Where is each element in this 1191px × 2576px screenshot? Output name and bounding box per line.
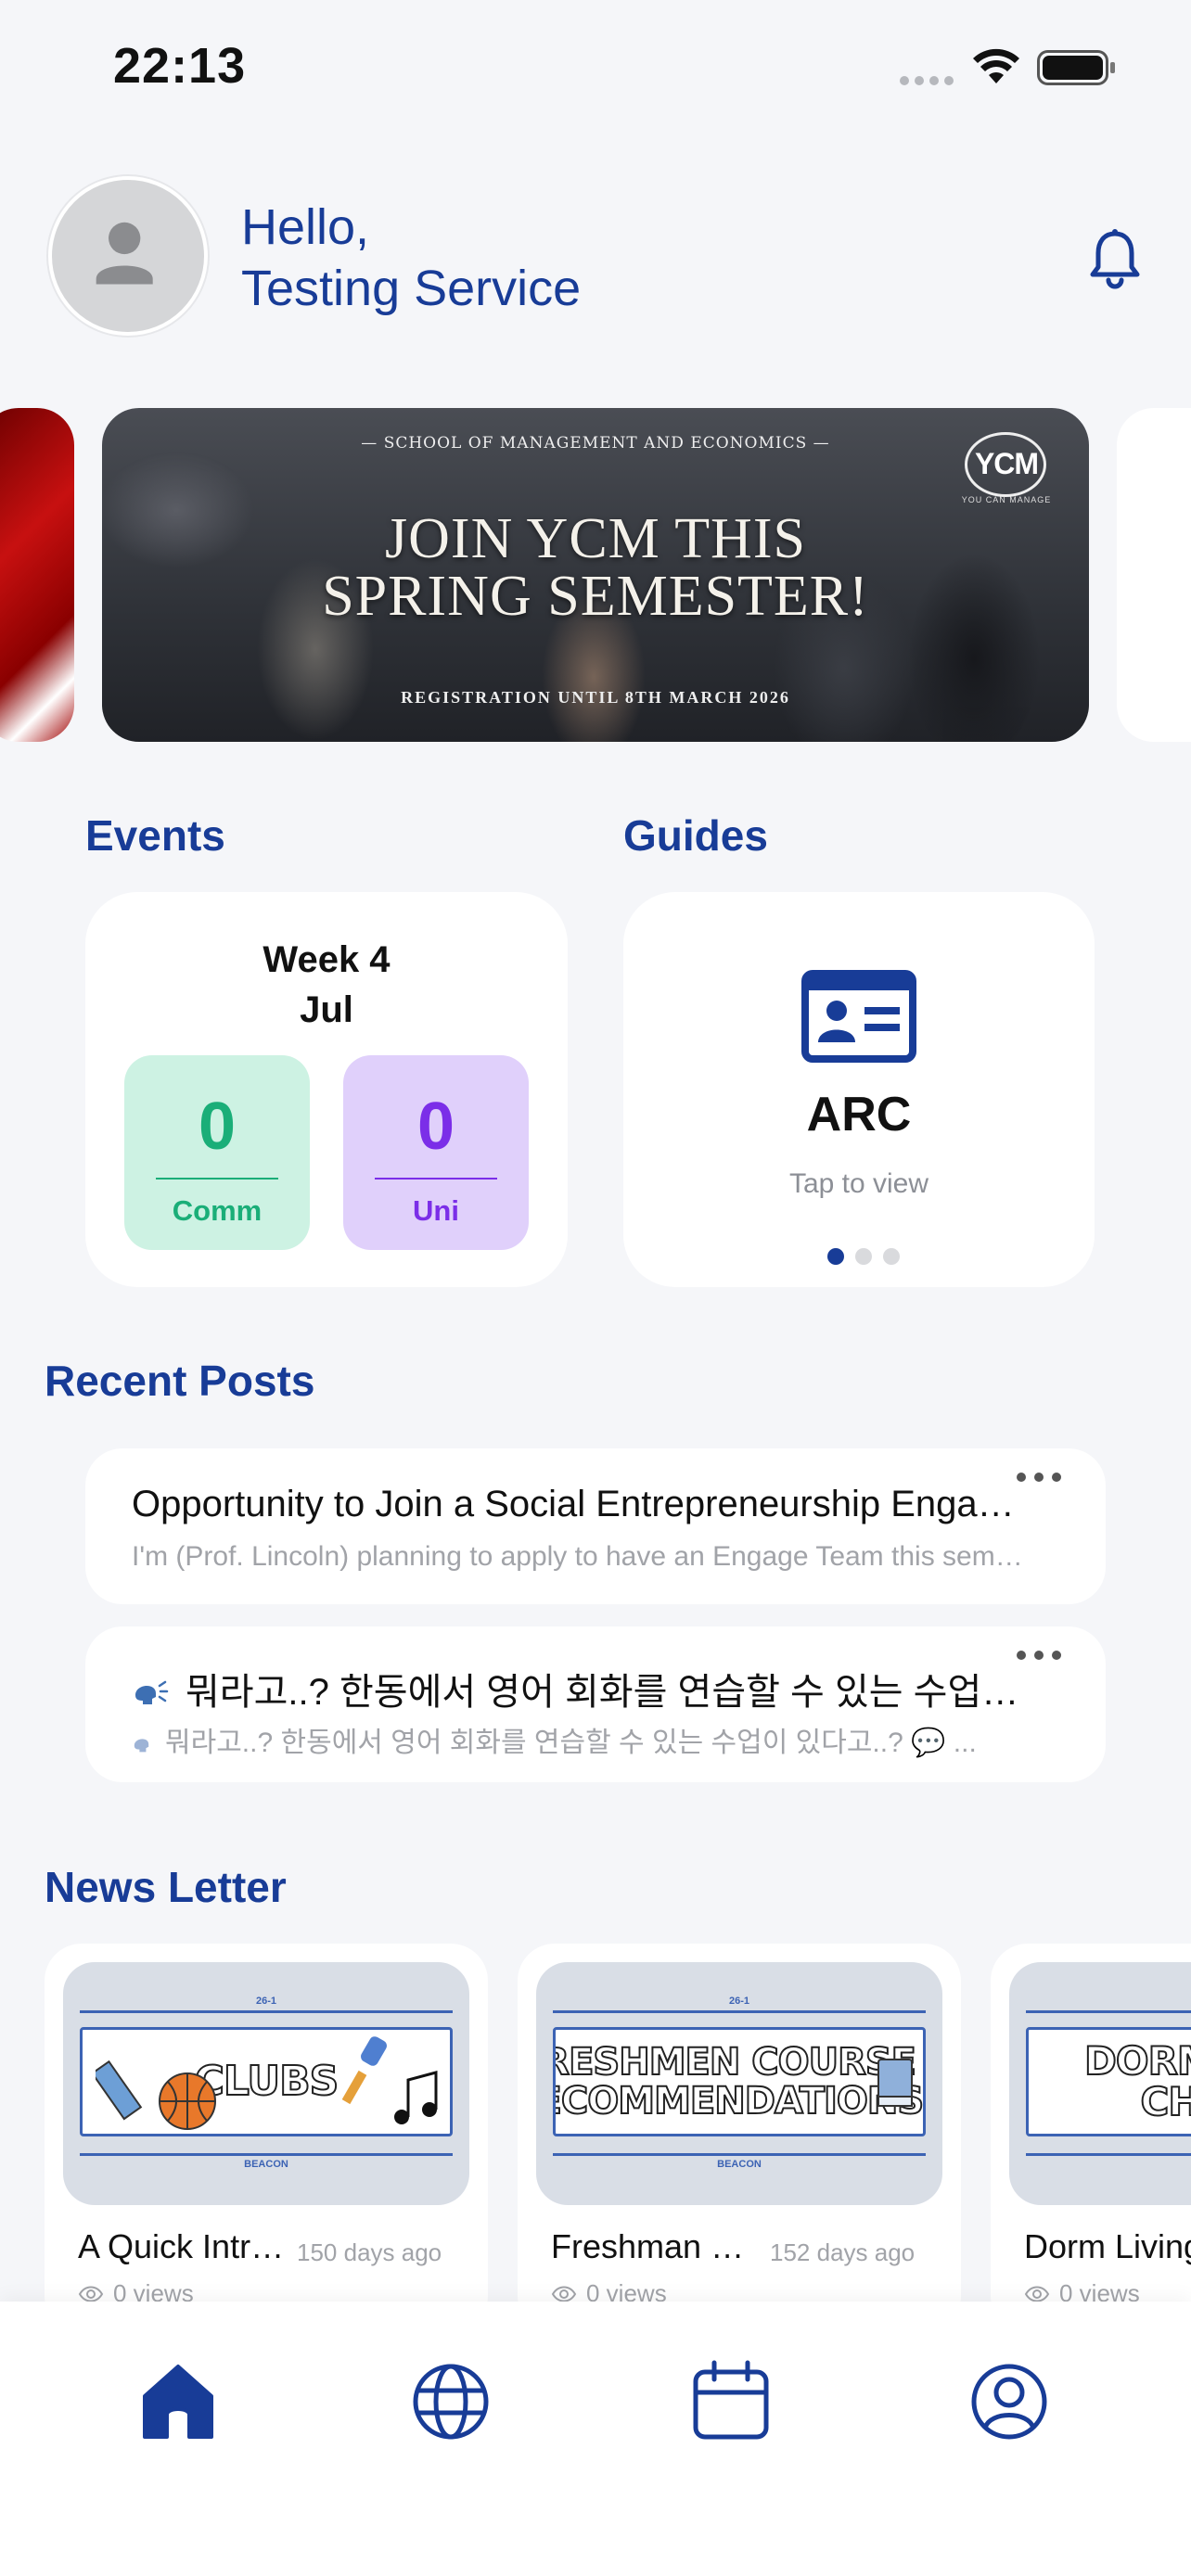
comm-events-box[interactable]: 0 Comm [124, 1055, 310, 1250]
speaking-head-icon [135, 1680, 169, 1704]
tab-calendar[interactable] [685, 2355, 777, 2448]
user-name: Testing Service [241, 261, 582, 316]
thumbnail-text: DORM E CHEC [1083, 2038, 1191, 2124]
events-card[interactable]: Week 4 Jul 0 Comm 0 Uni [85, 892, 568, 1287]
newsletter-card-date: 150 days ago [297, 2238, 442, 2266]
banner-ycm[interactable]: — SCHOOL OF MANAGEMENT AND ECONOMICS — J… [102, 408, 1089, 742]
post-title: Opportunity to Join a Social Entrepreneu… [132, 1484, 1031, 1524]
newsletter-thumbnail: DORM E CHEC [1009, 1962, 1191, 2205]
banner-headline: JOIN YCM THIS SPRING SEMESTER! [322, 507, 869, 628]
home-icon [143, 2365, 213, 2439]
uni-events-box[interactable]: 0 Uni [343, 1055, 529, 1250]
ycm-logo: YCM YOU CAN MANAGE [955, 428, 1057, 512]
newsletter-thumbnail: 26-1 CLUBS BEACON [63, 1962, 469, 2205]
newsletter-row[interactable]: 26-1 CLUBS BEACON A Quick Introduction t… [45, 1944, 1191, 2315]
post-excerpt-row: 뭐라고..? 한동에서 영어 회화를 연습할 수 있는 수업이 있다고..? 💬… [132, 1719, 1031, 1760]
banner-next[interactable] [1117, 408, 1191, 742]
newsletter-card[interactable]: 26-1 FRESHMEN COURSE RECOMMENDATIONS BEA… [518, 1944, 961, 2315]
eye-icon [1024, 2286, 1050, 2302]
greeting: Hello, Testing Service [241, 197, 581, 319]
speaking-head-icon [134, 1739, 149, 1753]
ruler-icon [96, 2060, 143, 2121]
post-card[interactable]: Opportunity to Join a Social Entrepreneu… [85, 1448, 1106, 1604]
bell-icon[interactable] [1085, 228, 1145, 293]
newsletter-card[interactable]: 26-1 CLUBS BEACON A Quick Introduction t… [45, 1944, 488, 2315]
banner-school: — SCHOOL OF MANAGEMENT AND ECONOMICS — [361, 434, 830, 453]
pager-dot [855, 1248, 872, 1265]
tab-bar [0, 2302, 1191, 2576]
calendar-icon [693, 2360, 769, 2440]
comm-label: Comm [172, 1194, 263, 1227]
newsletter-thumbnail: 26-1 FRESHMEN COURSE RECOMMENDATIONS BEA… [536, 1962, 942, 2205]
status-bar: 22:13 [0, 0, 1191, 139]
uni-count: 0 [416, 1090, 455, 1164]
newsletter-title: News Letter [45, 1863, 287, 1911]
banner-registration: REGISTRATION UNTIL 8TH MARCH 2026 [401, 688, 790, 707]
signal-icon [900, 76, 954, 85]
wifi-icon [973, 48, 1019, 83]
basketball-icon [159, 2072, 216, 2130]
post-excerpt: I'm (Prof. Lincoln) planning to apply to… [132, 1541, 1031, 1572]
pager-dot [827, 1248, 844, 1265]
post-title-row: 뭐라고..? 한동에서 영어 회화를 연습할 수 있는 수업이 있다고..? [132, 1662, 1031, 1715]
more-options-icon[interactable] [1017, 1473, 1061, 1487]
events-week: Week 4 Jul [263, 939, 391, 1030]
post-title: 뭐라고..? 한동에서 영어 회화를 연습할 수 있는 수업이 있다고..? [186, 1672, 1031, 1713]
tab-home[interactable] [132, 2355, 224, 2448]
person-icon [96, 222, 153, 285]
newsletter-card-title: Dorm Living Checklist [1024, 2227, 1191, 2265]
comm-count: 0 [198, 1090, 237, 1164]
post-excerpt: 뭐라고..? 한동에서 영어 회화를 연습할 수 있는 수업이 있다고..? 💬… [165, 1728, 977, 1758]
recent-posts-title: Recent Posts [45, 1357, 315, 1405]
guides-title: Guides [623, 811, 768, 860]
header: Hello, Testing Service [48, 176, 1143, 343]
banner-previous[interactable] [0, 408, 74, 742]
book-icon [877, 2059, 913, 2107]
avatar[interactable] [48, 176, 208, 336]
newsletter-card-date: 152 days ago [770, 2238, 916, 2266]
uni-label: Uni [413, 1194, 459, 1227]
greeting-line1: Hello, [241, 199, 370, 255]
thumbnail-text: FRESHMEN COURSE RECOMMENDATIONS [556, 2041, 924, 2123]
events-title: Events [85, 811, 225, 860]
newsletter-card-title: Freshman Course Recommendations [551, 2227, 764, 2265]
music-notes-icon [394, 2071, 438, 2124]
eye-icon [78, 2286, 104, 2302]
profile-icon [971, 2364, 1047, 2440]
banner-carousel[interactable]: — SCHOOL OF MANAGEMENT AND ECONOMICS — J… [0, 408, 1191, 742]
eye-icon [551, 2286, 577, 2302]
more-options-icon[interactable] [1017, 1651, 1061, 1665]
id-card-icon [801, 970, 916, 1063]
post-card[interactable]: 뭐라고..? 한동에서 영어 회화를 연습할 수 있는 수업이 있다고..? 뭐… [85, 1626, 1106, 1782]
guides-card[interactable]: ARC Tap to view [623, 892, 1095, 1287]
guide-title: ARC [806, 1088, 912, 1141]
pager-dot [883, 1248, 900, 1265]
guides-pager [827, 1248, 900, 1265]
paintbrush-icon [342, 2036, 387, 2105]
battery-icon [1037, 50, 1115, 85]
guide-subtitle: Tap to view [788, 1168, 929, 1199]
globe-icon [413, 2364, 489, 2440]
tab-explore[interactable] [404, 2355, 497, 2448]
status-time: 22:13 [113, 38, 247, 94]
tab-profile[interactable] [963, 2355, 1056, 2448]
newsletter-card[interactable]: DORM E CHEC Dorm Living Checklist 0 view… [991, 1944, 1191, 2315]
newsletter-card-title: A Quick Introduction to Clubs [78, 2227, 291, 2265]
